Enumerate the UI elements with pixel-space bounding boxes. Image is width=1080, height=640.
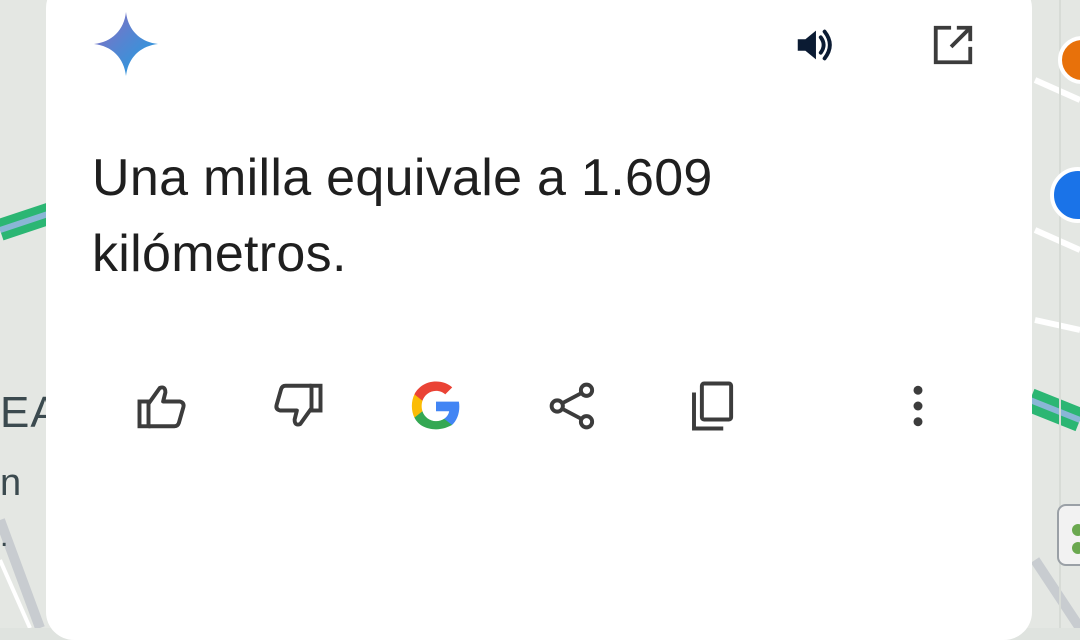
thumbs-up-icon <box>137 385 186 429</box>
map-place-label: n <box>0 462 22 504</box>
thumbs-down-button[interactable] <box>270 378 326 434</box>
google-search-button[interactable] <box>408 378 464 434</box>
gemini-sparkle-icon <box>92 10 160 78</box>
google-g-icon <box>411 381 460 430</box>
open-in-new-icon <box>933 25 973 65</box>
share-button[interactable] <box>545 378 601 434</box>
more-options-button[interactable] <box>890 378 946 434</box>
more-vert-icon <box>913 385 923 427</box>
assistant-response-card <box>46 0 1032 640</box>
volume-icon <box>797 29 832 61</box>
open-in-gemini-button[interactable] <box>928 20 978 70</box>
thumbs-down-icon <box>274 383 323 427</box>
share-icon <box>549 382 595 430</box>
response-text: Una milla equivale a 1.609 kilómetros. <box>92 149 713 283</box>
copy-icon <box>692 381 734 431</box>
copy-button[interactable] <box>684 378 740 434</box>
thumbs-up-button[interactable] <box>134 378 190 434</box>
read-aloud-button[interactable] <box>790 20 840 70</box>
response-actions-bar <box>0 378 1080 434</box>
map-place-label: . <box>0 520 9 553</box>
